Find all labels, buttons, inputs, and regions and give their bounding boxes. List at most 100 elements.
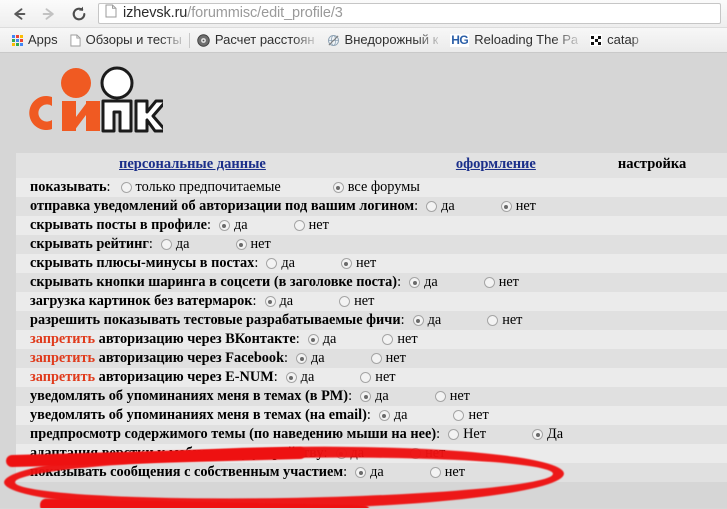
- radio-unselected-icon[interactable]: [120, 182, 132, 193]
- radio-unselected-icon[interactable]: [266, 258, 278, 269]
- radio-option[interactable]: да: [307, 331, 336, 348]
- radio-option[interactable]: нет: [500, 198, 536, 215]
- radio-unselected-icon[interactable]: [370, 353, 382, 364]
- bookmark-label: catap: [607, 32, 639, 47]
- address-bar-path: /forummisc/edit_profile/3: [187, 5, 343, 21]
- radio-option[interactable]: нет: [410, 445, 445, 462]
- radio-option[interactable]: нет: [483, 274, 519, 291]
- tab-settings[interactable]: настройка: [618, 156, 686, 173]
- radio-selected-icon[interactable]: [332, 182, 344, 193]
- radio-option-label: нет: [425, 445, 446, 461]
- radio-selected-icon[interactable]: [235, 239, 247, 250]
- settings-row-options: да нет: [401, 274, 519, 291]
- settings-row-options: да нет: [418, 198, 536, 215]
- radio-selected-icon[interactable]: [335, 448, 347, 459]
- settings-row: уведомлять об упоминаниях меня в темах (…: [16, 406, 727, 425]
- settings-row: предпросмотр содержимого темы (по наведе…: [16, 425, 727, 444]
- radio-option[interactable]: да: [218, 217, 248, 234]
- radio-option[interactable]: да: [426, 198, 455, 215]
- radio-option[interactable]: да: [412, 312, 441, 329]
- bookmark-obzory[interactable]: Обзоры и тесты: [64, 30, 188, 51]
- bookmark-label: Reloading The Pa: [474, 32, 579, 47]
- radio-option[interactable]: нет: [339, 293, 374, 310]
- radio-unselected-icon[interactable]: [448, 429, 460, 440]
- bookmark-catap[interactable]: catap: [584, 30, 645, 51]
- settings-row-options: да нет: [352, 388, 470, 405]
- radio-unselected-icon[interactable]: [483, 277, 495, 288]
- radio-unselected-icon[interactable]: [339, 296, 351, 307]
- radio-option[interactable]: нет: [293, 217, 329, 234]
- radio-selected-icon[interactable]: [296, 353, 308, 364]
- radio-option[interactable]: нет: [370, 350, 406, 367]
- radio-option[interactable]: да: [409, 274, 438, 291]
- hg-icon: HG: [450, 32, 470, 47]
- radio-selected-icon[interactable]: [264, 296, 276, 307]
- radio-selected-icon[interactable]: [360, 391, 372, 402]
- radio-option[interactable]: только предпочитаемые: [120, 179, 281, 196]
- settings-row-label-text: адаптация верстки к мобильному устройств…: [30, 445, 324, 461]
- bookmark-raschet[interactable]: Расчет расстоян: [191, 30, 321, 51]
- radio-option-label: да: [424, 274, 438, 290]
- radio-option[interactable]: да: [264, 293, 293, 310]
- bookmark-apps[interactable]: Apps: [6, 30, 64, 51]
- radio-unselected-icon[interactable]: [360, 372, 372, 383]
- radio-option[interactable]: да: [266, 255, 295, 272]
- radio-selected-icon[interactable]: [218, 220, 230, 231]
- radio-option-label: да: [350, 445, 365, 461]
- radio-option[interactable]: нет: [429, 464, 465, 481]
- radio-unselected-icon[interactable]: [160, 239, 172, 250]
- radio-selected-icon[interactable]: [340, 258, 352, 269]
- radio-option[interactable]: Да: [532, 426, 563, 443]
- profile-tabs: персональные данные оформление настройка: [16, 153, 727, 178]
- reload-icon[interactable]: [64, 1, 94, 27]
- radio-option[interactable]: нет: [382, 331, 418, 348]
- radio-option[interactable]: нет: [360, 369, 396, 386]
- tab-personal-data[interactable]: персональные данные: [119, 156, 266, 173]
- radio-option[interactable]: нет: [340, 255, 376, 272]
- radio-selected-icon[interactable]: [378, 410, 390, 421]
- bookmark-reloading[interactable]: HG Reloading The Pa: [444, 30, 584, 51]
- radio-option[interactable]: да: [360, 388, 389, 405]
- forward-arrow-icon[interactable]: [34, 1, 64, 27]
- radio-option[interactable]: Нет: [448, 426, 486, 443]
- radio-option[interactable]: нет: [235, 236, 271, 253]
- radio-option[interactable]: все форумы: [332, 179, 420, 196]
- radio-unselected-icon[interactable]: [487, 315, 499, 326]
- radio-unselected-icon[interactable]: [410, 448, 422, 459]
- radio-unselected-icon[interactable]: [453, 410, 465, 421]
- radio-selected-icon[interactable]: [500, 201, 512, 212]
- radio-option[interactable]: нет: [487, 312, 522, 329]
- radio-selected-icon[interactable]: [412, 315, 424, 326]
- radio-unselected-icon[interactable]: [293, 220, 305, 231]
- radio-unselected-icon[interactable]: [382, 334, 394, 345]
- globe-icon: [327, 34, 340, 47]
- bookmark-vnedorozhny[interactable]: Внедорожный к: [321, 30, 445, 51]
- radio-option[interactable]: нет: [434, 388, 470, 405]
- radio-option[interactable]: да: [296, 350, 325, 367]
- radio-option[interactable]: да: [355, 464, 384, 481]
- radio-option[interactable]: нет: [453, 407, 489, 424]
- radio-selected-icon[interactable]: [409, 277, 421, 288]
- tab-design[interactable]: оформление: [456, 156, 536, 173]
- settings-row-label: запретить авторизацию через E-NUM:: [30, 369, 278, 386]
- site-logo[interactable]: [0, 53, 727, 145]
- settings-row-label-warning: запретить: [30, 331, 96, 347]
- radio-option[interactable]: да: [160, 236, 190, 253]
- radio-option[interactable]: да: [335, 445, 365, 462]
- settings-row-label: показывать:: [30, 179, 111, 196]
- address-bar[interactable]: izhevsk.ru/forummisc/edit_profile/3: [98, 3, 721, 24]
- radio-option-label: да: [375, 388, 389, 404]
- bookmark-label: Внедорожный к: [344, 32, 439, 47]
- radio-option[interactable]: да: [378, 407, 407, 424]
- back-arrow-icon[interactable]: [4, 1, 34, 27]
- radio-selected-icon[interactable]: [532, 429, 543, 440]
- settings-row-label-text: уведомлять об упоминаниях меня в темах (…: [30, 407, 367, 423]
- radio-unselected-icon[interactable]: [434, 391, 446, 402]
- browser-chrome: izhevsk.ru/forummisc/edit_profile/3 Apps…: [0, 0, 727, 53]
- radio-selected-icon[interactable]: [307, 334, 319, 345]
- radio-selected-icon[interactable]: [285, 372, 297, 383]
- radio-unselected-icon[interactable]: [426, 201, 438, 212]
- radio-selected-icon[interactable]: [355, 467, 367, 478]
- radio-unselected-icon[interactable]: [429, 467, 441, 478]
- radio-option[interactable]: да: [285, 369, 314, 386]
